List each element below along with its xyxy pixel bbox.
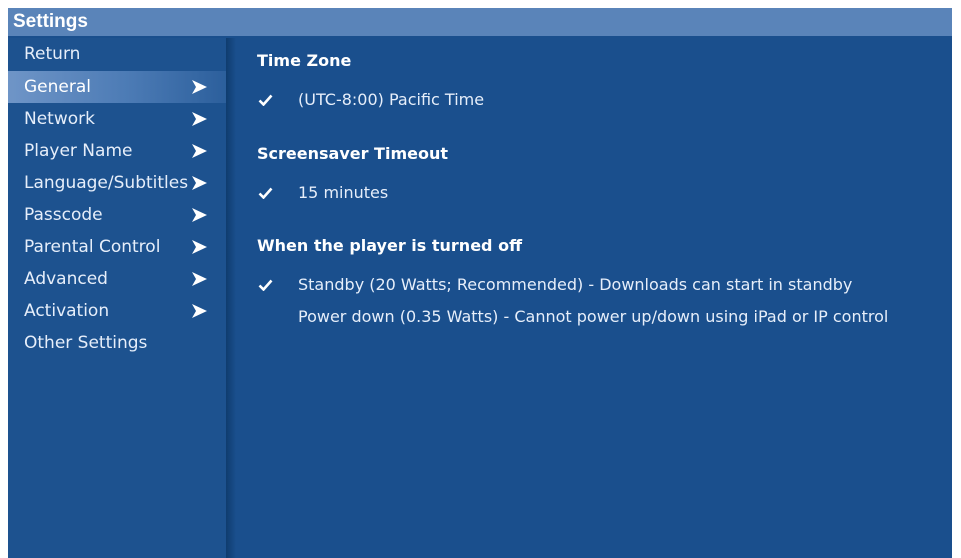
sidebar-item-label: Parental Control xyxy=(24,237,161,257)
sidebar-menu: Return General Network Player Name Langu… xyxy=(8,38,226,558)
sidebar-item-return[interactable]: Return xyxy=(8,38,226,70)
sidebar-item-label: Network xyxy=(24,109,95,129)
sidebar-item-label: Activation xyxy=(24,301,110,321)
option-label: Standby (20 Watts; Recommended) - Downlo… xyxy=(298,275,853,294)
chevron-right-icon xyxy=(192,304,207,318)
section-title-time-zone: Time Zone xyxy=(257,51,352,70)
chevron-right-icon xyxy=(192,112,207,126)
sidebar-item-other-settings[interactable]: Other Settings xyxy=(8,327,226,359)
settings-window: Settings Return General Network Player N… xyxy=(8,8,952,558)
chevron-right-icon xyxy=(192,272,207,286)
sidebar-item-label: Return xyxy=(24,44,81,64)
panel-divider xyxy=(226,38,236,558)
section-title-screensaver-timeout: Screensaver Timeout xyxy=(257,144,449,163)
sidebar-item-player-name[interactable]: Player Name xyxy=(8,135,226,167)
option-label: 15 minutes xyxy=(298,183,389,202)
checkmark-icon xyxy=(258,279,273,291)
window-title: Settings xyxy=(8,8,952,36)
general-settings-panel: Time Zone (UTC-8:00) Pacific Time Screen… xyxy=(236,38,952,558)
section-title-power-off: When the player is turned off xyxy=(257,236,523,255)
sidebar-item-label: Passcode xyxy=(24,205,103,225)
sidebar-item-network[interactable]: Network xyxy=(8,103,226,135)
sidebar-item-language-subtitles[interactable]: Language/Subtitles xyxy=(8,167,226,199)
option-label: (UTC-8:00) Pacific Time xyxy=(298,90,485,109)
sidebar-item-general[interactable]: General xyxy=(8,71,226,103)
sidebar-item-parental-control[interactable]: Parental Control xyxy=(8,231,226,263)
sidebar-item-label: Player Name xyxy=(24,141,133,161)
sidebar-item-label: Other Settings xyxy=(24,333,148,353)
option-label: Power down (0.35 Watts) - Cannot power u… xyxy=(298,307,889,326)
chevron-right-icon xyxy=(192,208,207,222)
sidebar-item-activation[interactable]: Activation xyxy=(8,295,226,327)
checkmark-icon xyxy=(258,94,273,106)
chevron-right-icon xyxy=(192,240,207,254)
sidebar-item-passcode[interactable]: Passcode xyxy=(8,199,226,231)
sidebar-item-label: Advanced xyxy=(24,269,108,289)
sidebar-item-advanced[interactable]: Advanced xyxy=(8,263,226,295)
sidebar-item-label: General xyxy=(24,77,91,97)
chevron-right-icon xyxy=(192,176,207,190)
chevron-right-icon xyxy=(192,80,207,94)
chevron-right-icon xyxy=(192,144,207,158)
checkmark-icon xyxy=(258,187,273,199)
sidebar-item-label: Language/Subtitles xyxy=(24,173,189,193)
